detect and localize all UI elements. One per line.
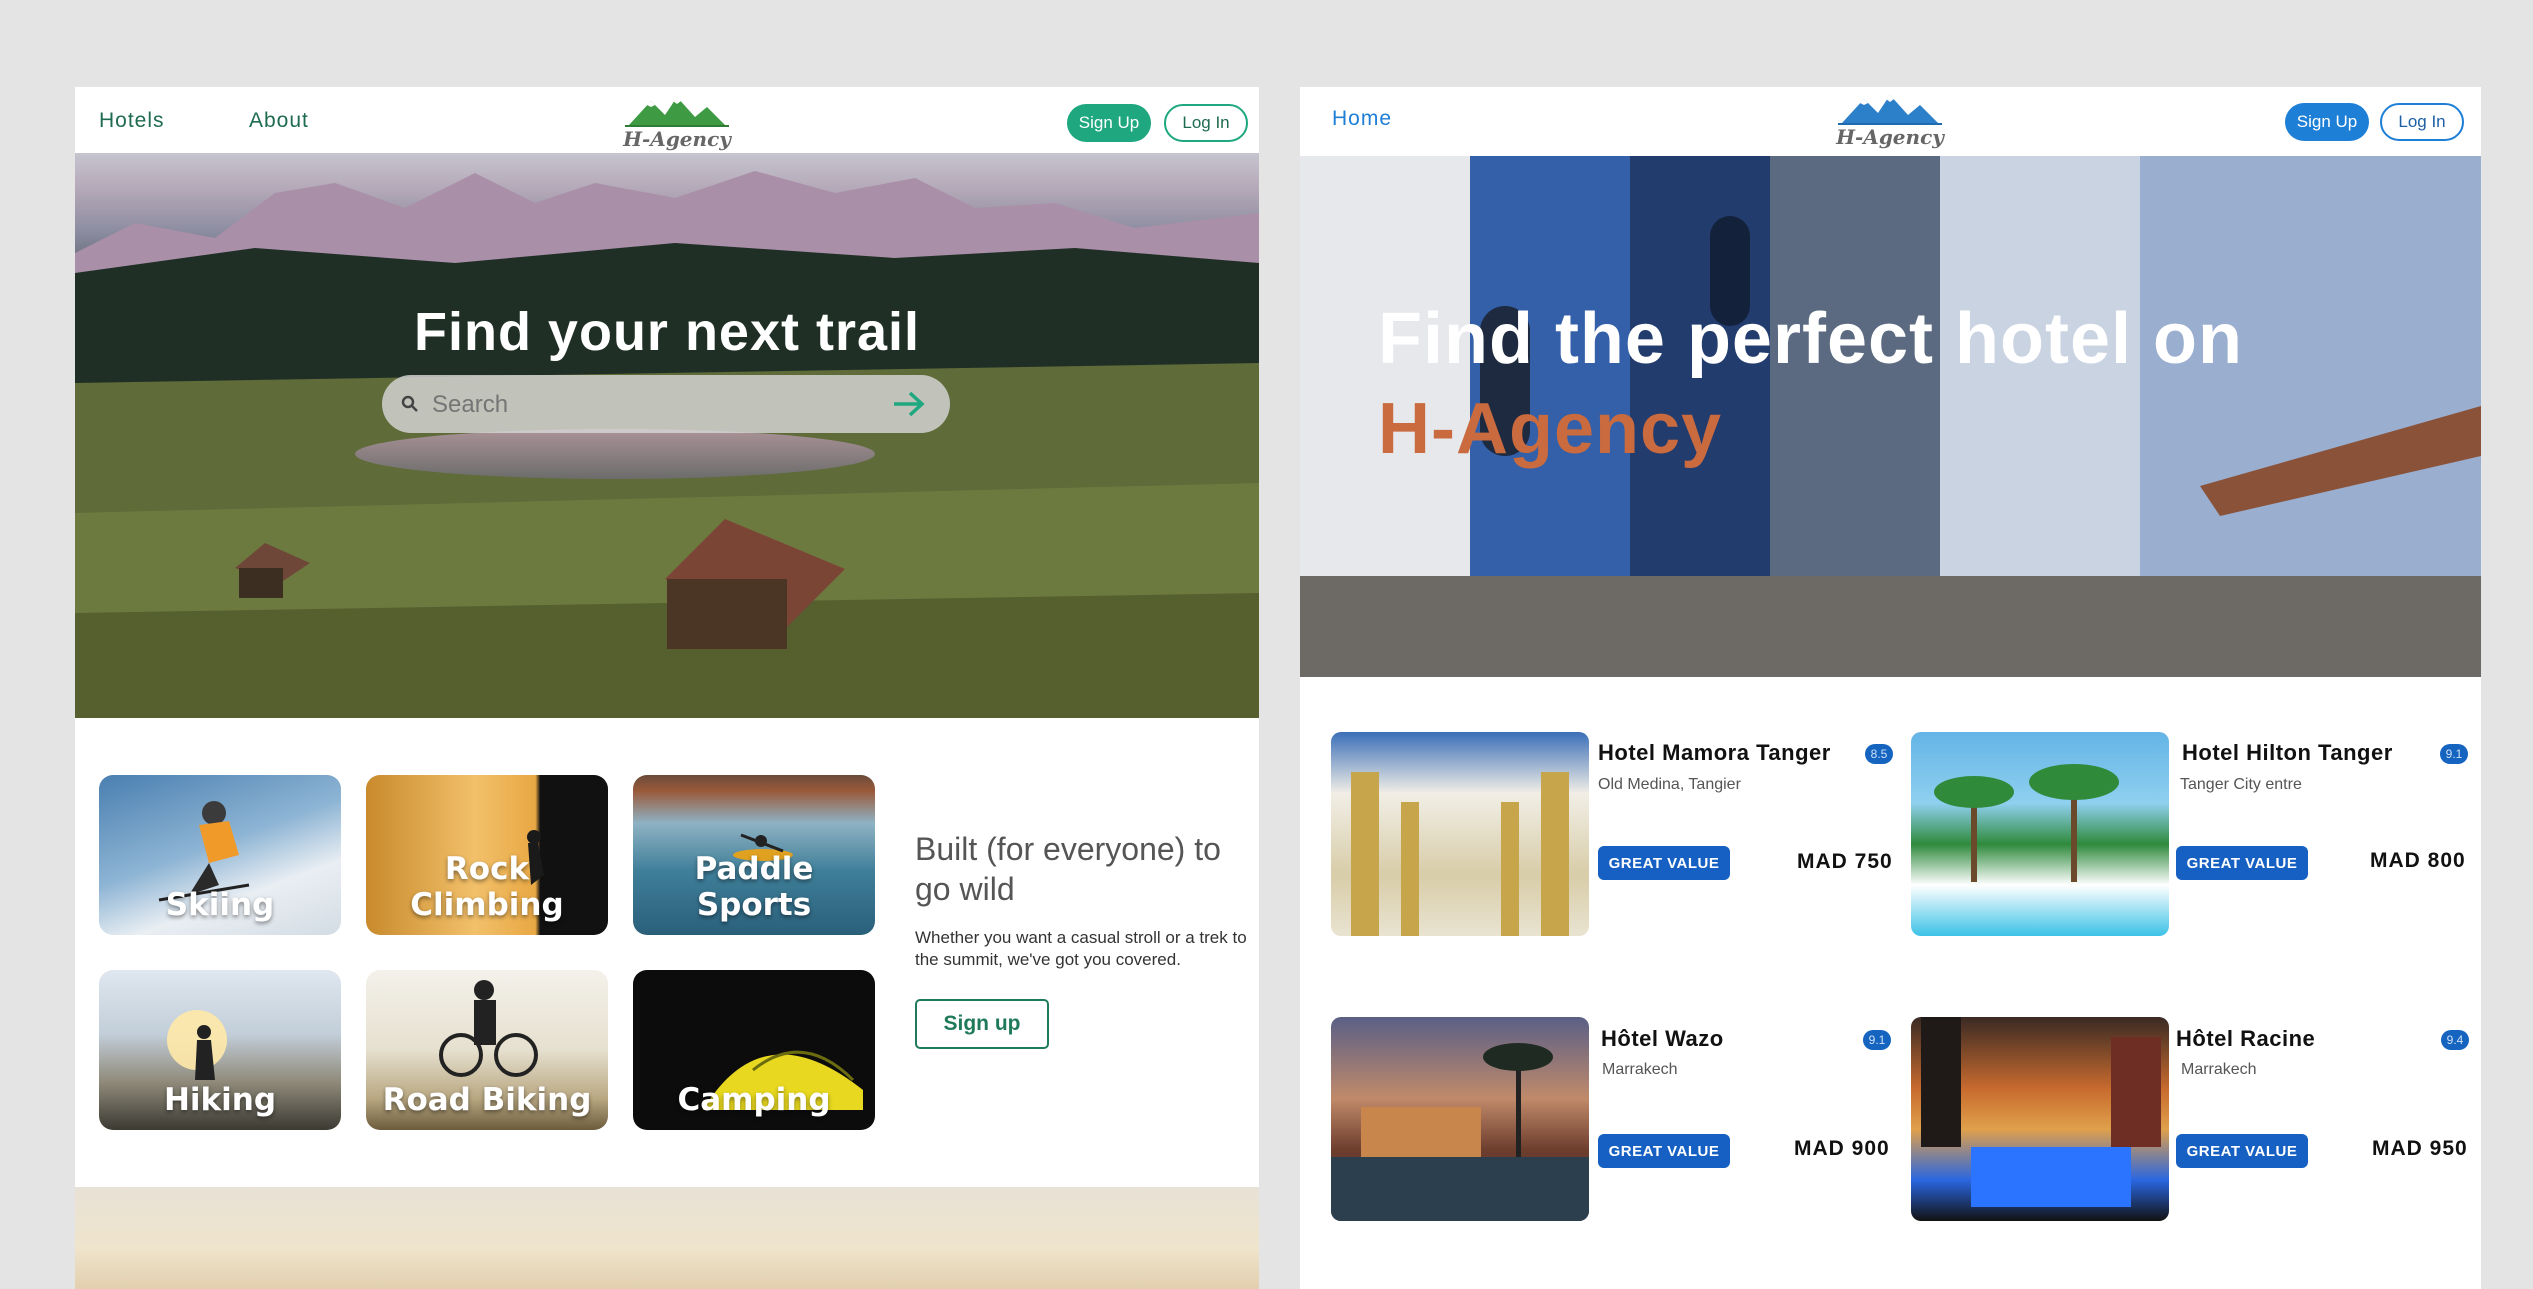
signup-button[interactable]: Sign Up <box>2285 103 2369 141</box>
activity-card-road-biking[interactable]: Road Biking <box>366 970 608 1130</box>
left-navbar: Hotels About H-Agency Sign Up Log In <box>75 87 1259 153</box>
bottom-banner-image <box>75 1187 1259 1289</box>
hotel-name[interactable]: Hôtel Racine <box>2176 1026 2315 1052</box>
hotel-price: MAD 800 <box>2370 849 2466 872</box>
night-resort-image <box>1331 1043 1589 1221</box>
login-button[interactable]: Log In <box>2380 103 2464 141</box>
hotel-image[interactable] <box>1331 1017 1589 1221</box>
arrow-right-icon[interactable] <box>892 389 926 419</box>
h-agency-logo[interactable]: H-Agency <box>1830 91 1950 149</box>
hotel-price: MAD 750 <box>1797 850 1893 873</box>
trail-site-panel: Hotels About H-Agency Sign Up Log In Fin… <box>75 87 1259 1289</box>
nav-about-link[interactable]: About <box>249 109 309 133</box>
hero-banner: Find the perfect hotel on H-Agency <box>1300 156 2481 677</box>
rating-badge: 9.1 <box>1863 1030 1891 1050</box>
hero-title: Find your next trail <box>413 302 921 362</box>
right-navbar: Home H-Agency Sign Up Log In <box>1300 87 2481 156</box>
activity-label: Rock Climbing <box>410 851 564 923</box>
logo-text: H-Agency <box>1836 125 1944 149</box>
activity-card-paddle-sports[interactable]: Paddle Sports <box>633 775 875 935</box>
activity-label: Hiking <box>163 1082 277 1118</box>
hero-title-brand: H-Agency <box>1378 389 1723 469</box>
great-value-badge: GREAT VALUE <box>2176 846 2308 880</box>
h-agency-logo[interactable]: H-Agency <box>617 93 737 151</box>
rating-badge: 8.5 <box>1865 744 1893 764</box>
hotel-image[interactable] <box>1331 732 1589 936</box>
hero-title-line1: Find the perfect hotel on <box>1378 299 2243 379</box>
signup-button[interactable]: Sign Up <box>1067 104 1151 142</box>
hotel-price: MAD 950 <box>2372 1137 2468 1160</box>
activity-card-camping[interactable]: Camping <box>633 970 875 1130</box>
pool-palms-image <box>1934 764 2119 882</box>
rating-badge: 9.4 <box>2441 1030 2469 1050</box>
login-button[interactable]: Log In <box>1164 104 1248 142</box>
lake-image <box>355 429 875 479</box>
search-icon <box>401 395 418 412</box>
hotel-location: Marrakech <box>2181 1061 2257 1078</box>
activity-card-rock-climbing[interactable]: Rock Climbing <box>366 775 608 935</box>
hero-banner: Find your next trail <box>75 153 1259 718</box>
hotel-location: Tanger City entre <box>2180 776 2302 793</box>
activity-card-skiing[interactable]: Skiing <box>99 775 341 935</box>
hotel-name[interactable]: Hotel Hilton Tanger <box>2182 740 2393 766</box>
nav-home-link[interactable]: Home <box>1332 107 1392 131</box>
hotel-name[interactable]: Hotel Mamora Tanger <box>1598 740 1831 766</box>
cabin-image <box>645 519 845 664</box>
search-input[interactable] <box>430 375 874 435</box>
built-heading: Built (for everyone) to go wild <box>915 831 1221 907</box>
arches-image <box>1351 772 1569 936</box>
activity-label: Camping <box>677 1082 831 1118</box>
great-value-badge: GREAT VALUE <box>1598 1134 1730 1168</box>
nav-hotels-link[interactable]: Hotels <box>99 109 165 133</box>
hotel-location: Marrakech <box>1602 1061 1678 1078</box>
search-bar[interactable] <box>382 375 950 435</box>
hotel-price: MAD 900 <box>1794 1137 1890 1160</box>
hotel-location: Old Medina, Tangier <box>1598 776 1741 793</box>
rooftop-pool-image <box>1921 1017 2161 1207</box>
hotel-site-panel: Home H-Agency Sign Up Log In Find the pe… <box>1300 87 2481 1289</box>
great-value-badge: GREAT VALUE <box>1598 846 1730 880</box>
activity-card-hiking[interactable]: Hiking <box>99 970 341 1130</box>
activity-label: Skiing <box>165 887 275 923</box>
activity-label: Paddle Sports <box>694 851 814 923</box>
great-value-badge: GREAT VALUE <box>2176 1134 2308 1168</box>
hotel-name[interactable]: Hôtel Wazo <box>1601 1026 1724 1052</box>
logo-text: H-Agency <box>623 127 731 151</box>
hotel-image[interactable] <box>1911 732 2169 936</box>
small-cabin-image <box>235 543 315 608</box>
activity-label: Road Biking <box>382 1082 592 1118</box>
hotel-image[interactable] <box>1911 1017 2169 1221</box>
built-description: Whether you want a casual stroll or a tr… <box>915 928 1247 969</box>
rating-badge: 9.1 <box>2440 744 2468 764</box>
built-signup-button[interactable]: Sign up <box>915 999 1049 1049</box>
